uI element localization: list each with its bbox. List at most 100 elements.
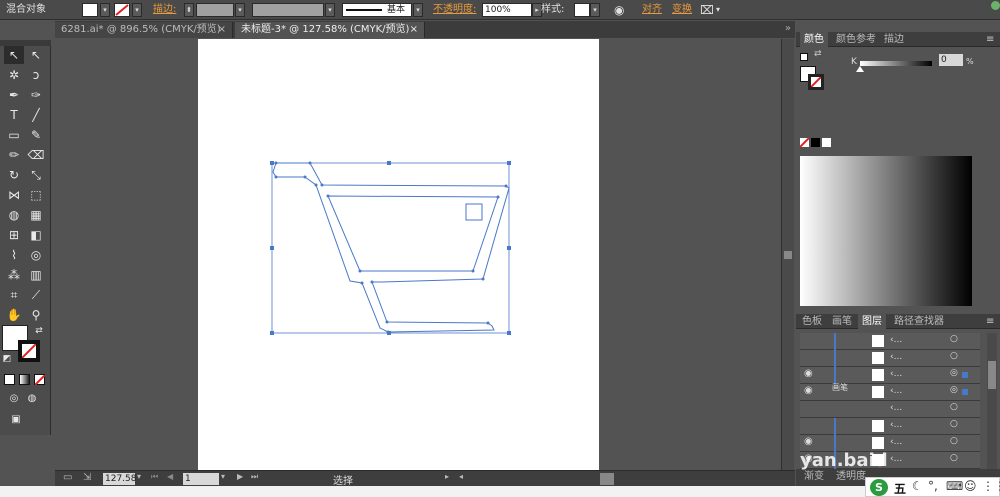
transform-link[interactable]: 变换 — [672, 0, 692, 20]
paintbrush-tool-icon[interactable]: ✎ — [26, 126, 46, 144]
eraser-tool-icon[interactable]: ⌫ — [26, 146, 46, 164]
pencil-tool-icon[interactable]: ✏ — [4, 146, 24, 164]
white-swatch[interactable] — [822, 138, 831, 147]
layer-row[interactable]: ‹... ○ — [800, 333, 980, 350]
artboard-number-input[interactable]: 1 — [183, 473, 219, 485]
user-icon[interactable]: ☺ — [964, 479, 977, 493]
sogou-icon[interactable]: S — [870, 479, 888, 496]
tab-color-guide[interactable]: 颜色参考 — [832, 32, 880, 47]
stroke-weight-dropdown[interactable]: ▾ — [235, 3, 245, 17]
stroke-weight-input[interactable] — [196, 3, 234, 17]
stroke-dropdown[interactable]: ▾ — [132, 3, 142, 17]
fill-dropdown[interactable]: ▾ — [100, 3, 110, 17]
visibility-eye-icon[interactable]: ◉ — [804, 368, 813, 379]
layer-name[interactable]: ‹... — [890, 352, 902, 362]
curvature-tool-icon[interactable]: ✑ — [26, 86, 46, 104]
layer-name[interactable]: ‹... — [890, 369, 902, 379]
stroke-color-swatch[interactable] — [18, 340, 40, 362]
grid-icon[interactable]: ⋮⋮ — [982, 479, 1000, 493]
panel-menu-icon[interactable]: ≡ — [982, 32, 998, 47]
layer-name[interactable]: ‹... — [890, 386, 902, 396]
layer-row[interactable]: ‹... ○ — [800, 350, 980, 367]
direct-selection-tool-icon[interactable]: ↖ — [26, 46, 46, 64]
layer-name[interactable]: ‹... — [890, 335, 902, 345]
k-value-input[interactable]: 0 — [939, 54, 963, 66]
gradient-tool-icon[interactable]: ◧ — [26, 226, 46, 244]
mini-fill-icon[interactable] — [800, 53, 808, 61]
mini-swap-icon[interactable]: ⇄ — [814, 49, 822, 59]
stroke-swatch[interactable] — [114, 3, 130, 17]
black-swatch[interactable] — [811, 138, 820, 147]
ime-mode-label[interactable]: 五 — [894, 480, 906, 497]
rotate-tool-icon[interactable]: ↻ — [4, 166, 24, 184]
tab-document-1[interactable]: 6281.ai* @ 896.5% (CMYK/预览) × — [55, 22, 233, 38]
selected-artwork[interactable] — [198, 39, 599, 470]
status-menu-icon[interactable]: ▸ — [445, 472, 449, 481]
layer-name[interactable]: ‹... — [890, 403, 902, 413]
none-mode-icon[interactable] — [34, 374, 45, 385]
vertical-scrollbar[interactable] — [781, 39, 794, 470]
tab-document-2[interactable]: 未标题-3* @ 127.58% (CMYK/预览) × — [235, 22, 425, 38]
brush-dropdown[interactable]: ▾ — [413, 3, 423, 17]
artboard-dropdown-icon[interactable]: ▾ — [221, 472, 225, 481]
eyedropper-tool-icon[interactable]: ⌇ — [4, 246, 24, 264]
opacity-label[interactable]: 不透明度: — [433, 0, 476, 20]
layers-scrollbar[interactable] — [987, 333, 997, 469]
tab-brushes[interactable]: 画笔 — [828, 314, 856, 329]
blend-tool-icon[interactable]: ◎ — [26, 246, 46, 264]
layer-row[interactable]: ◉ ‹... ◎ — [800, 367, 980, 384]
style-dropdown[interactable]: ▾ — [590, 3, 600, 17]
rectangle-tool-icon[interactable]: ▭ — [4, 126, 24, 144]
zoom-input[interactable]: 127.58 — [103, 473, 137, 485]
scroll-thumb[interactable] — [784, 251, 792, 259]
layer-row[interactable]: ‹... ○ — [800, 401, 980, 418]
share-icon[interactable]: ⇲ — [83, 472, 91, 483]
free-transform-tool-icon[interactable]: ⬚ — [26, 186, 46, 204]
hand-tool-icon[interactable]: ✋ — [4, 306, 24, 324]
width-tool-icon[interactable]: ⋈ — [4, 186, 24, 204]
shape-builder-tool-icon[interactable]: ◍ — [4, 206, 24, 224]
magic-wand-icon[interactable]: ✲ — [4, 66, 24, 84]
first-artboard-icon[interactable]: ⏮ — [151, 472, 158, 482]
tab-pathfinder[interactable]: 路径查找器 — [890, 314, 948, 329]
close-icon[interactable]: × — [410, 22, 418, 37]
scale-tool-icon[interactable]: ⤡ — [26, 166, 46, 184]
target-icon[interactable]: ○ — [950, 351, 958, 361]
next-artboard-icon[interactable]: ▶ — [237, 472, 243, 481]
column-graph-tool-icon[interactable]: ▥ — [26, 266, 46, 284]
zoom-dropdown-icon[interactable]: ▾ — [137, 472, 141, 481]
comma-icon[interactable]: °, — [928, 479, 938, 493]
lasso-tool-icon[interactable]: ↄ — [26, 66, 46, 84]
layer-row[interactable]: ‹... ○ — [800, 418, 980, 435]
target-icon[interactable]: ○ — [950, 453, 958, 463]
draw-behind-icon[interactable]: ◍ — [22, 390, 42, 408]
visibility-eye-icon[interactable]: ◉ — [804, 385, 813, 396]
slice-tool-icon[interactable]: ⟋ — [26, 286, 46, 304]
selection-indicator[interactable] — [962, 372, 968, 378]
more-options-icon[interactable]: ▾ — [716, 0, 720, 20]
layer-name[interactable]: ‹... — [890, 420, 902, 430]
symbol-sprayer-tool-icon[interactable]: ⁂ — [4, 266, 24, 284]
artboard-tool-icon[interactable]: ⌗ — [4, 286, 24, 304]
close-icon[interactable]: × — [218, 22, 226, 37]
tab-overflow-icon[interactable]: » — [785, 23, 791, 34]
style-swatch[interactable] — [574, 3, 590, 17]
default-colors-icon[interactable]: ◩ — [0, 350, 14, 368]
variable-width-dropdown[interactable]: ▾ — [325, 3, 335, 17]
pen-tool-icon[interactable]: ✒ — [4, 86, 24, 104]
isolate-icon[interactable]: ⌧ — [700, 0, 714, 20]
opacity-input[interactable]: 100% — [482, 3, 532, 17]
layers-scroll-thumb[interactable] — [988, 361, 996, 389]
panel-menu-icon[interactable]: ≡ — [982, 314, 998, 329]
scroll-left-icon[interactable]: ◂ — [459, 472, 463, 481]
perspective-grid-tool-icon[interactable]: ▦ — [26, 206, 46, 224]
recolor-icon[interactable]: ◉ — [614, 0, 624, 20]
moon-icon[interactable]: ☾ — [912, 479, 923, 493]
target-icon[interactable]: ◎ — [950, 368, 958, 378]
stroke-weight-stepper[interactable]: ⬍ — [184, 3, 194, 17]
layer-row[interactable]: ◉ 画笔 ‹... ◎ — [800, 383, 980, 401]
variable-width-profile[interactable] — [252, 3, 324, 17]
tab-color[interactable]: 颜色 — [800, 32, 828, 47]
stroke-swatch-large[interactable] — [808, 74, 824, 90]
target-icon[interactable]: ○ — [950, 436, 958, 446]
